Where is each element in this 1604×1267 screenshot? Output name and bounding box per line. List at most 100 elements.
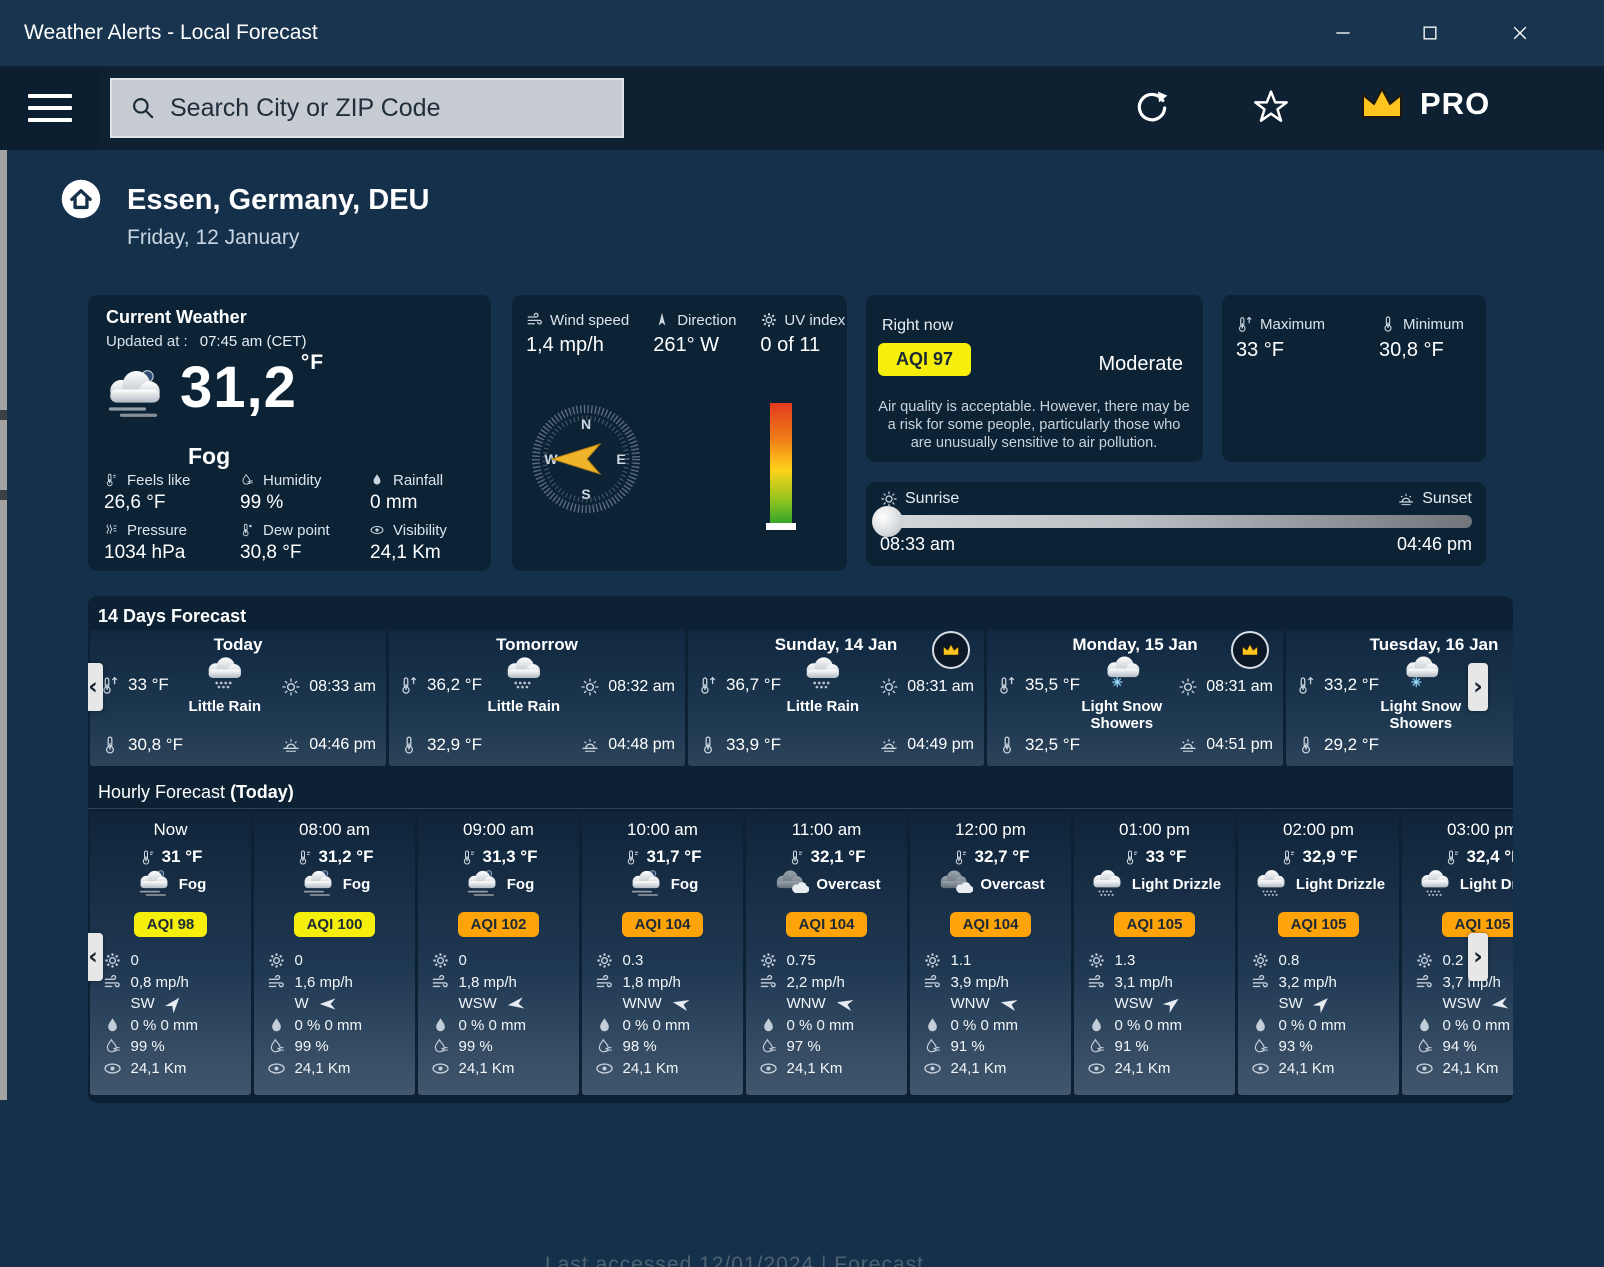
weather-condition-icon — [299, 869, 337, 899]
humidity-icon — [431, 1037, 450, 1056]
hour-condition-label: Fog — [343, 876, 371, 893]
stat-label: Pressure — [127, 522, 187, 539]
daylight-progress-knob — [872, 506, 903, 537]
wind-uv-card: Wind speed 1,4 mp/h Direction 261° W UV … — [512, 295, 847, 571]
hourly-forecast-title: Hourly Forecast (Today) — [98, 782, 294, 803]
stat-label: Humidity — [263, 472, 321, 489]
uv-sun-icon — [1251, 951, 1270, 970]
weather-condition-icon — [772, 869, 810, 899]
hour-humidity: 98 % — [595, 1036, 731, 1058]
hour-wind-speed: 3,2 mp/h — [1251, 972, 1387, 994]
day-condition: Little Rain — [757, 656, 889, 715]
humidity-icon — [1251, 1037, 1270, 1056]
raindrop-icon — [1251, 1016, 1270, 1035]
forecast-day-card[interactable]: Tomorrow 36,2 °F Little Rain 08:32 am 32… — [389, 630, 685, 766]
pro-upgrade-button[interactable]: PRO — [1356, 84, 1490, 124]
hour-condition: Light Drizzle — [1088, 869, 1221, 899]
hour-wind-speed: 3,9 mp/h — [923, 972, 1059, 994]
days-scroll-left-button[interactable]: ‹ — [88, 663, 103, 711]
daylight-progress-track — [880, 515, 1472, 528]
current-temperature: 31,2°F — [180, 351, 324, 421]
hours-scroll-right-button[interactable]: › — [1468, 933, 1488, 981]
weather-condition-icon — [463, 869, 501, 899]
humidity-icon — [103, 1037, 122, 1056]
eye-visibility-icon — [431, 1059, 450, 1078]
hour-temperature: 31,7 °F — [624, 847, 702, 867]
aqi-heading: Right now — [882, 317, 953, 335]
thermometer-icon — [100, 734, 120, 756]
stat-value: 99 % — [240, 492, 368, 514]
day-condition: Light Snow Showers — [1056, 656, 1188, 732]
wind-direction-text: SW — [1279, 995, 1303, 1012]
hour-humidity: 91 % — [923, 1036, 1059, 1058]
uv-scale-bar — [770, 403, 792, 525]
hour-aqi-badge: AQI 102 — [458, 912, 540, 937]
stat-value: 0 mm — [370, 492, 486, 514]
hour-humidity: 99 % — [431, 1036, 567, 1058]
forecast-day-card[interactable]: Monday, 15 Jan 35,5 °F Light Snow Shower… — [987, 630, 1283, 766]
hour-wind-speed: 3,1 mp/h — [1087, 972, 1223, 994]
maximize-button[interactable] — [1407, 10, 1453, 56]
premium-crown-badge — [1231, 631, 1269, 669]
uv-sun-icon — [267, 951, 286, 970]
home-location-icon[interactable] — [60, 178, 102, 220]
hour-rain: 0 % 0 mm — [759, 1015, 895, 1037]
thermometer-icon — [997, 734, 1017, 756]
wind-direction-arrow-icon — [1490, 996, 1510, 1012]
day-condition-label: Little Rain — [458, 698, 590, 715]
humidity-icon — [759, 1037, 778, 1056]
current-stats-grid: Feels like 26,6 °F Humidity 99 % Rainfal… — [102, 471, 486, 571]
svg-text:S: S — [581, 486, 590, 502]
thermometer-up-icon — [1296, 674, 1316, 696]
thermometer-up-icon — [698, 674, 718, 696]
hour-condition: Fog — [463, 869, 535, 899]
wind-direction-arrow-icon — [670, 995, 691, 1012]
weather-condition-icon — [500, 656, 548, 692]
wind-direction-text: WSW — [1115, 995, 1153, 1012]
hour-wind-speed: 1,8 mp/h — [431, 972, 567, 994]
day-sunrise: 08:33 am — [281, 676, 376, 698]
thermometer-icon — [1123, 848, 1140, 867]
weather-stat: Rainfall 0 mm — [368, 471, 486, 521]
search-input[interactable] — [168, 93, 622, 124]
forecast-day-card[interactable]: Sunday, 14 Jan 36,7 °F Little Rain 08:31… — [688, 630, 984, 766]
hour-wind-direction: WNW — [759, 993, 895, 1015]
day-condition-label: Light Snow Showers — [1355, 698, 1487, 732]
forecast-day-card[interactable]: Today 33 °F Little Rain 08:33 am 30,8 °F — [90, 630, 386, 766]
close-button[interactable] — [1497, 10, 1543, 56]
menu-hamburger-button[interactable] — [0, 66, 100, 150]
hourly-forecast-card: 12:00 pm 32,7 °F Overcast AQI 104 1.1 3,… — [910, 812, 1071, 1095]
weather-stat: Feels like 26,6 °F — [102, 471, 238, 521]
days-scroll-right-button[interactable]: › — [1468, 663, 1488, 711]
hour-stats: 0.2 3,7 mp/h WSW 0 % 0 mm 94 % 24,1 Km — [1415, 950, 1514, 1079]
hour-visibility: 24,1 Km — [1087, 1058, 1223, 1080]
hour-temperature: 32,7 °F — [952, 847, 1030, 867]
hour-time: 08:00 am — [299, 820, 370, 840]
hourly-forecast-card: 03:00 pm 32,4 °F Light Drizzle AQI 105 0… — [1402, 812, 1513, 1095]
sunrise-sun-icon — [1178, 676, 1198, 698]
hour-condition-label: Light Drizzle — [1132, 876, 1221, 893]
hour-condition-label: Fog — [671, 876, 699, 893]
weather-condition-icon — [936, 869, 974, 899]
weather-condition-icon — [799, 656, 847, 692]
day-sunset: 04:46 pm — [281, 734, 376, 756]
location-date: Friday, 12 January — [127, 226, 299, 250]
hour-rain: 0 % 0 mm — [267, 1015, 403, 1037]
day-min-temp: 33,9 °F — [698, 734, 781, 756]
minmax-card: Maximum 33 °F Minimum 30,8 °F — [1222, 295, 1486, 462]
wind-icon — [526, 311, 544, 329]
background-window-edge — [0, 490, 7, 500]
search-icon — [130, 95, 156, 121]
minimize-button[interactable] — [1320, 10, 1366, 56]
hour-wind-direction: W — [267, 993, 403, 1015]
refresh-button[interactable] — [1126, 82, 1178, 134]
stat-label: Visibility — [393, 522, 447, 539]
hours-scroll-left-button[interactable]: ‹ — [88, 933, 103, 981]
hour-rain: 0 % 0 mm — [431, 1015, 567, 1037]
hour-condition: Overcast — [936, 869, 1044, 899]
uv-sun-icon — [1087, 951, 1106, 970]
weather-condition-icon — [1098, 656, 1146, 692]
favorite-star-button[interactable] — [1245, 82, 1297, 134]
day-condition: Little Rain — [458, 656, 590, 715]
wind-direction-stat: Direction 261° W — [653, 311, 736, 357]
